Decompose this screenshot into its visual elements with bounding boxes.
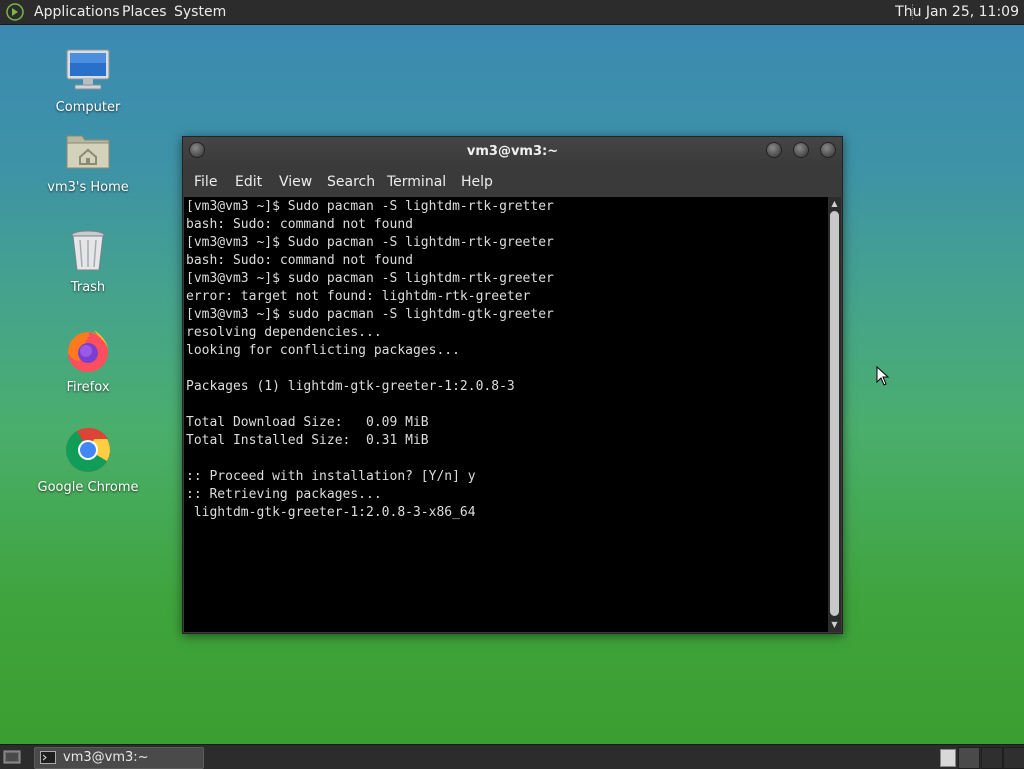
scrollbar-thumb[interactable] <box>830 211 839 616</box>
terminal-line: :: Retrieving packages... <box>186 487 382 502</box>
scroll-up-arrow-icon[interactable]: ▲ <box>828 197 841 211</box>
bottom-panel: vm3@vm3:~ <box>0 744 1024 769</box>
workspace-switcher-1[interactable] <box>958 747 980 769</box>
desktop-icon-firefox[interactable]: Firefox <box>33 326 143 396</box>
scroll-down-arrow-icon[interactable]: ▼ <box>828 618 841 632</box>
terminal-output[interactable]: [vm3@vm3 ~]$ Sudo pacman -S lightdm-rtk-… <box>184 197 828 632</box>
top-panel: Applications Places System Thu Jan 25, 1… <box>0 0 1024 25</box>
terminal-line: lightdm-gtk-greeter-1:2.0.8-3-x86_64 <box>186 505 476 520</box>
terminal-scrollbar[interactable]: ▲ ▼ <box>828 197 841 632</box>
taskbar-item-label: vm3@vm3:~ <box>63 750 149 765</box>
desktop-icon-label: Computer <box>55 100 121 115</box>
terminal-line: looking for conflicting packages... <box>186 343 460 358</box>
terminal-line: error: target not found: lightdm-rtk-gre… <box>186 289 531 304</box>
maximize-button[interactable] <box>793 142 809 158</box>
places-menu[interactable]: Places <box>122 0 167 24</box>
terminal-menubar: File Edit View Search Terminal Help <box>183 167 842 197</box>
window-title: vm3@vm3:~ <box>466 144 559 159</box>
terminal-line: resolving dependencies... <box>186 325 382 340</box>
desktop-icon-label: Firefox <box>66 380 110 395</box>
show-desktop-icon[interactable] <box>3 749 21 765</box>
workspace-switcher-3[interactable] <box>1003 747 1024 769</box>
menu-help[interactable]: Help <box>461 167 493 197</box>
firefox-icon <box>68 330 108 372</box>
desktop-icon-label: vm3's Home <box>47 180 129 195</box>
terminal-lines: [vm3@vm3 ~]$ Sudo pacman -S lightdm-rtk-… <box>186 198 554 522</box>
trash-applet-icon[interactable] <box>940 749 956 767</box>
clock[interactable]: Thu Jan 25, 11:09 <box>895 0 1019 24</box>
terminal-line: [vm3@vm3 ~]$ Sudo pacman -S lightdm-rtk-… <box>186 199 554 214</box>
desktop-icon-label: Google Chrome <box>37 480 139 495</box>
terminal-line: Packages (1) lightdm-gtk-greeter-1:2.0.8… <box>186 379 515 394</box>
desktop-icon-label: Trash <box>70 280 106 295</box>
window-titlebar[interactable]: vm3@vm3:~ <box>183 137 842 167</box>
trash-icon <box>71 230 105 271</box>
terminal-line: [vm3@vm3 ~]$ sudo pacman -S lightdm-gtk-… <box>186 307 554 322</box>
menu-edit[interactable]: Edit <box>235 167 262 197</box>
terminal-icon <box>40 751 56 764</box>
terminal-line: [vm3@vm3 ~]$ sudo pacman -S lightdm-rtk-… <box>186 271 554 286</box>
terminal-line: :: Proceed with installation? [Y/n] y <box>186 469 476 484</box>
menu-search[interactable]: Search <box>327 167 375 197</box>
mouse-cursor-icon <box>876 366 890 386</box>
desktop-icon-home[interactable]: vm3's Home <box>33 126 143 196</box>
workspace-switcher-2[interactable] <box>981 747 1003 769</box>
desktop-icon-computer[interactable]: Computer <box>33 46 143 116</box>
mate-logo-icon[interactable] <box>6 3 24 21</box>
taskbar-item-terminal[interactable]: vm3@vm3:~ <box>34 747 204 769</box>
terminal-line: bash: Sudo: command not found <box>186 253 413 268</box>
terminal-line: Total Download Size: 0.09 MiB <box>186 415 429 430</box>
chrome-icon <box>66 427 110 472</box>
terminal-line: [vm3@vm3 ~]$ Sudo pacman -S lightdm-rtk-… <box>186 235 554 250</box>
applications-menu[interactable]: Applications <box>34 0 120 24</box>
minimize-button[interactable] <box>766 142 782 158</box>
terminal-line: bash: Sudo: command not found <box>186 217 413 232</box>
menu-file[interactable]: File <box>194 167 217 197</box>
menu-terminal[interactable]: Terminal <box>387 167 446 197</box>
system-menu[interactable]: System <box>174 0 226 24</box>
menu-view[interactable]: View <box>279 167 312 197</box>
desktop-icon-chrome[interactable]: Google Chrome <box>33 426 143 496</box>
desktop-icon-trash[interactable]: Trash <box>33 226 143 296</box>
terminal-window[interactable]: vm3@vm3:~ File Edit View Search Terminal… <box>182 136 843 634</box>
computer-icon <box>66 49 110 90</box>
home-folder-icon <box>66 135 110 169</box>
terminal-line: Total Installed Size: 0.31 MiB <box>186 433 429 448</box>
close-button[interactable] <box>820 142 836 158</box>
